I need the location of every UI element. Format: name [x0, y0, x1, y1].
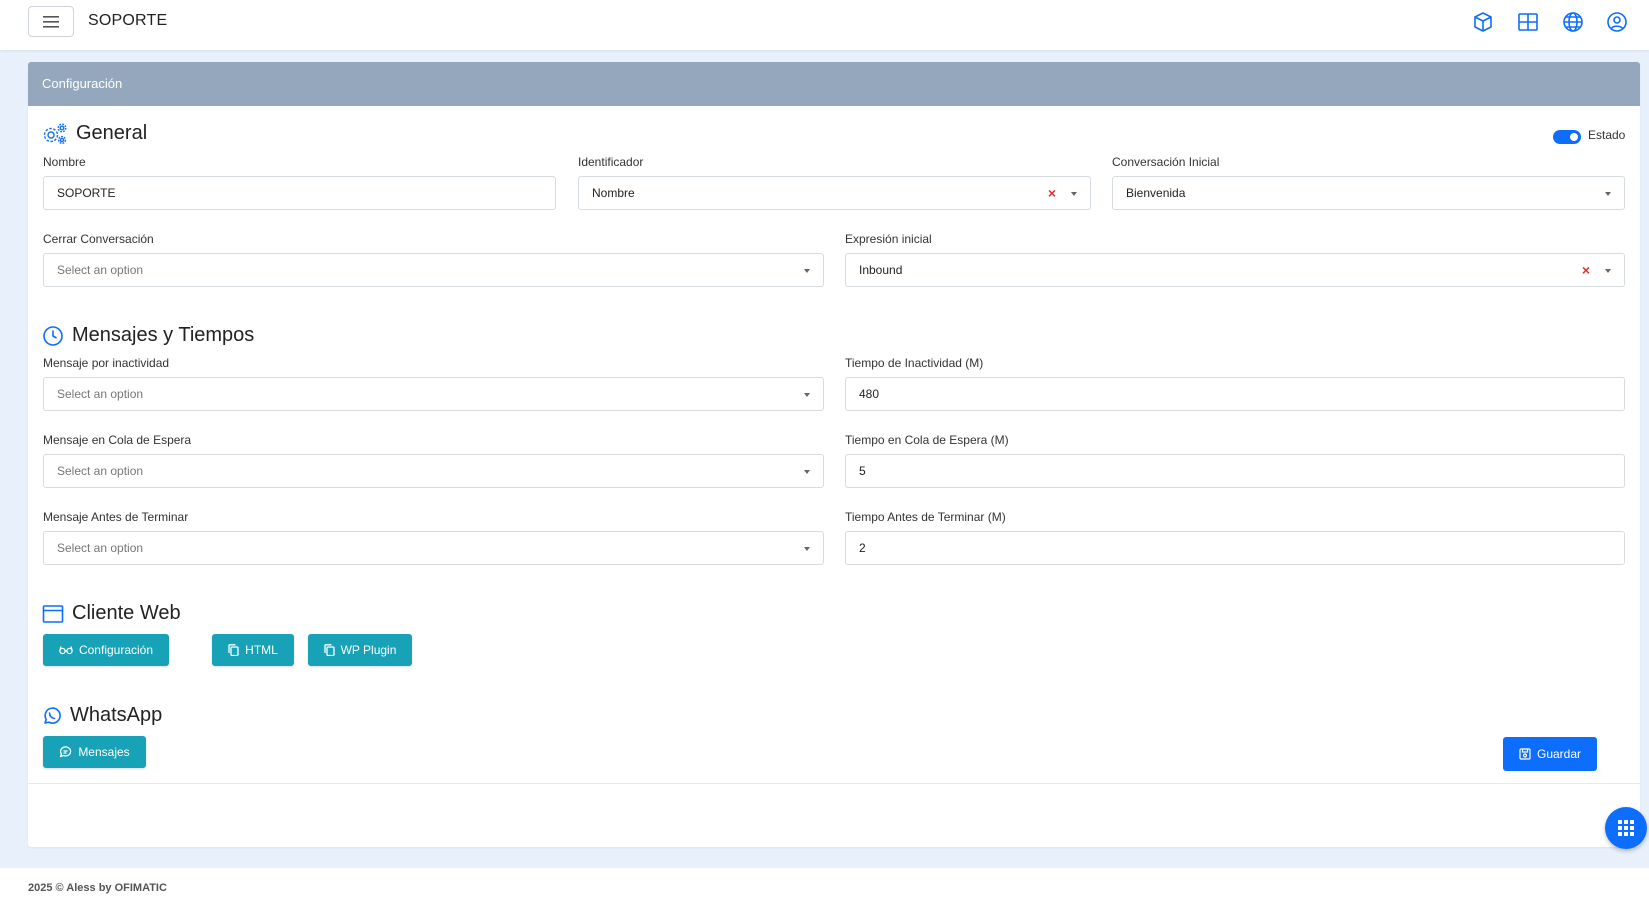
cube-icon[interactable]: [1471, 10, 1495, 34]
configuracion-button[interactable]: Configuración: [43, 634, 169, 666]
section-mensajes-tiempos: Mensajes y Tiempos: [42, 324, 254, 347]
user-circle-icon[interactable]: [1605, 10, 1629, 34]
mensajes-button[interactable]: Mensajes: [43, 736, 146, 768]
msg-terminar-select[interactable]: Select an option: [43, 531, 824, 565]
footer-bar: [0, 868, 1649, 911]
section-whatsapp: WhatsApp: [42, 704, 162, 727]
section-whatsapp-title: WhatsApp: [70, 704, 163, 726]
dots-grid-icon: [1618, 820, 1634, 836]
msg-cola-label: Mensaje en Cola de Espera: [43, 433, 192, 447]
chevron-down-icon: [1071, 192, 1077, 196]
copy-icon: [323, 644, 335, 656]
apps-fab-button[interactable]: [1605, 807, 1647, 849]
msg-inactividad-select[interactable]: Select an option: [43, 377, 824, 411]
chevron-down-icon: [804, 547, 810, 551]
estado-toggle[interactable]: [1553, 130, 1581, 144]
glasses-icon: [59, 646, 73, 655]
msg-terminar-label: Mensaje Antes de Terminar: [43, 510, 189, 524]
menu-toggle-button[interactable]: [28, 6, 74, 37]
card-header: Configuración: [28, 62, 1640, 106]
clock-icon: [43, 325, 63, 346]
nombre-label: Nombre: [43, 155, 86, 169]
section-cliente-web-title: Cliente Web: [72, 602, 181, 624]
card-divider: [28, 783, 1640, 784]
chevron-down-icon: [1605, 192, 1611, 196]
identificador-select[interactable]: Nombre ×: [578, 176, 1091, 210]
guardar-button[interactable]: Guardar: [1503, 737, 1597, 771]
configuration-card: Configuración General Estado Nombre SOPO…: [28, 62, 1640, 847]
footer-text: 2025 © Aless by OFIMATIC: [28, 882, 167, 894]
card-header-title: Configuración: [42, 76, 123, 91]
section-mensajes-title: Mensajes y Tiempos: [72, 324, 255, 346]
nombre-input[interactable]: SOPORTE: [43, 176, 556, 210]
chevron-down-icon: [1605, 269, 1611, 273]
tiempo-inactividad-label: Tiempo de Inactividad (M): [845, 356, 984, 370]
msg-cola-select[interactable]: Select an option: [43, 454, 824, 488]
globe-icon[interactable]: [1561, 10, 1585, 34]
tiempo-inactividad-input[interactable]: 480: [845, 377, 1625, 411]
top-navbar: SOPORTE: [0, 0, 1649, 50]
whatsapp-icon: [44, 706, 61, 724]
cerrar-conversacion-select[interactable]: Select an option: [43, 253, 824, 287]
chevron-down-icon: [804, 393, 810, 397]
msg-inactividad-label: Mensaje por inactividad: [43, 356, 170, 370]
html-button[interactable]: HTML: [212, 634, 294, 666]
conversacion-inicial-select[interactable]: Bienvenida: [1112, 176, 1625, 210]
browser-window-icon: [42, 604, 64, 623]
expresion-inicial-select[interactable]: Inbound ×: [845, 253, 1625, 287]
cerrar-conversacion-label: Cerrar Conversación: [43, 232, 154, 246]
chat-icon: [60, 746, 72, 758]
clear-icon[interactable]: ×: [1048, 185, 1056, 201]
section-cliente-web: Cliente Web: [42, 602, 181, 625]
expresion-inicial-label: Expresión inicial: [845, 232, 932, 246]
wp-plugin-button[interactable]: WP Plugin: [308, 634, 412, 666]
save-icon: [1519, 748, 1531, 760]
estado-label: Estado: [1588, 128, 1626, 142]
identificador-label: Identificador: [578, 155, 644, 169]
gears-icon: [43, 123, 67, 144]
copy-icon: [228, 644, 239, 656]
grid-icon[interactable]: [1516, 10, 1540, 34]
tiempo-terminar-input[interactable]: 2: [845, 531, 1625, 565]
clear-icon[interactable]: ×: [1582, 262, 1590, 278]
chevron-down-icon: [804, 269, 810, 273]
hamburger-icon: [43, 15, 59, 28]
tiempo-cola-label: Tiempo en Cola de Espera (M): [845, 433, 1009, 447]
tiempo-terminar-label: Tiempo Antes de Terminar (M): [845, 510, 1006, 524]
chevron-down-icon: [804, 470, 810, 474]
section-general-title: General: [76, 122, 148, 144]
tiempo-cola-input[interactable]: 5: [845, 454, 1625, 488]
section-general: General: [42, 122, 147, 145]
page-title: SOPORTE: [88, 12, 168, 29]
conversacion-inicial-label: Conversación Inicial: [1112, 155, 1220, 169]
